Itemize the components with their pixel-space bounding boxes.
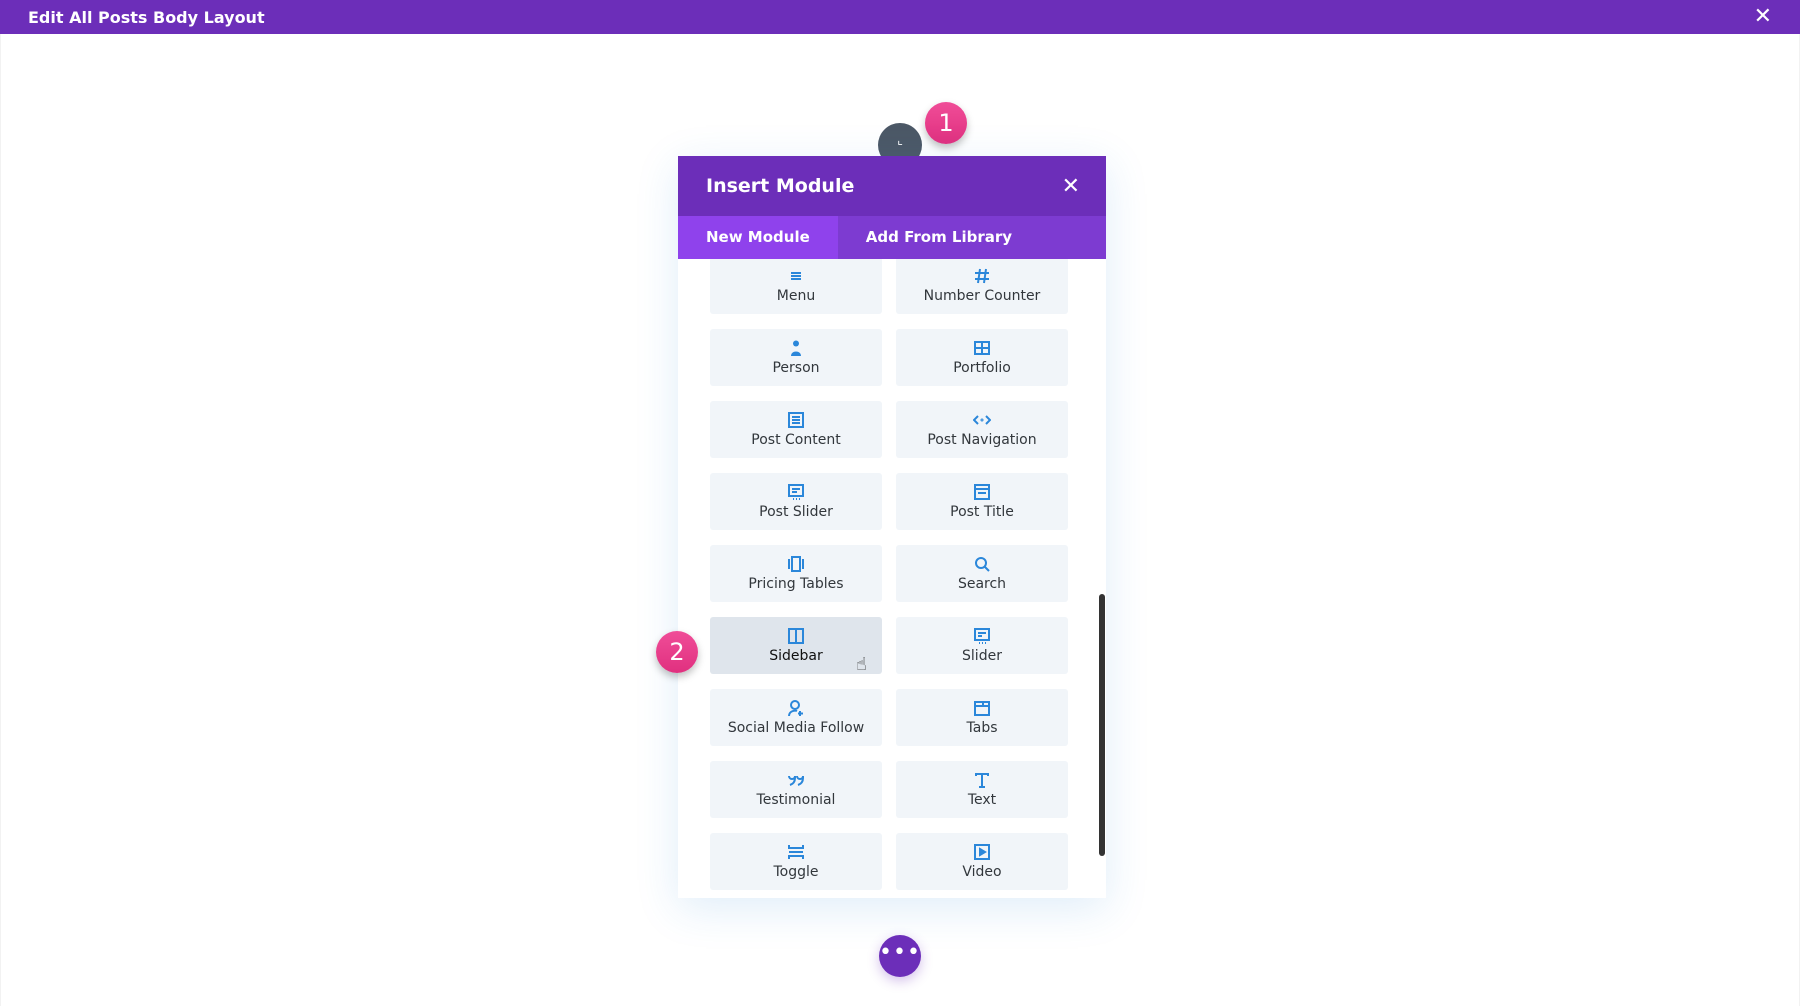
toggle-icon bbox=[710, 840, 882, 862]
module-grid: Menu Number Counter Person Portfolio Post Co… bbox=[678, 259, 1106, 898]
module-post-content[interactable]: Post Content bbox=[710, 401, 882, 458]
module-label: Post Slider bbox=[759, 504, 833, 520]
hand-cursor-icon: ☝ bbox=[856, 654, 867, 675]
tab-add-from-library[interactable]: Add From Library bbox=[838, 216, 1040, 259]
module-label: Slider bbox=[962, 648, 1002, 664]
tab-new-module[interactable]: New Module bbox=[678, 216, 838, 259]
step-badge-2: 2 bbox=[656, 631, 698, 673]
text-icon bbox=[896, 768, 1068, 790]
post-title-icon bbox=[896, 480, 1068, 502]
module-label: Toggle bbox=[773, 864, 819, 880]
module-search[interactable]: Search bbox=[896, 545, 1068, 602]
user-plus-icon bbox=[710, 696, 882, 718]
module-label: Social Media Follow bbox=[727, 720, 865, 736]
module-label: Post Title bbox=[950, 504, 1014, 520]
modal-tabs: New Module Add From Library bbox=[678, 216, 1106, 259]
modal-close-icon[interactable]: ✕ bbox=[1062, 174, 1080, 199]
person-icon bbox=[710, 336, 882, 358]
modal-title: Insert Module bbox=[706, 175, 855, 197]
module-person[interactable]: Person bbox=[710, 329, 882, 386]
module-label: Video bbox=[962, 864, 1002, 880]
insert-module-modal: Insert Module ✕ New Module Add From Libr… bbox=[678, 156, 1106, 898]
top-bar: Edit All Posts Body Layout ✕ bbox=[0, 0, 1800, 34]
module-label: Pricing Tables bbox=[748, 576, 844, 592]
menu-icon bbox=[710, 264, 882, 286]
module-label: Person bbox=[772, 360, 820, 376]
module-portfolio[interactable]: Portfolio bbox=[896, 329, 1068, 386]
module-slider[interactable]: Slider bbox=[896, 617, 1068, 674]
module-label: Post Content bbox=[751, 432, 841, 448]
step-badge-1: 1 bbox=[925, 102, 967, 144]
module-toggle[interactable]: Toggle bbox=[710, 833, 882, 890]
module-menu[interactable]: Menu bbox=[710, 259, 882, 314]
more-options-button[interactable]: ••• bbox=[879, 935, 921, 977]
close-icon[interactable]: ✕ bbox=[1754, 6, 1772, 28]
module-label: Testimonial bbox=[756, 792, 836, 808]
module-tabs[interactable]: Tabs bbox=[896, 689, 1068, 746]
scrollbar[interactable] bbox=[1099, 594, 1105, 856]
module-post-navigation[interactable]: Post Navigation bbox=[896, 401, 1068, 458]
module-video[interactable]: Video bbox=[896, 833, 1068, 890]
post-content-icon bbox=[710, 408, 882, 430]
layout-title: Edit All Posts Body Layout bbox=[28, 7, 265, 27]
search-icon bbox=[896, 552, 1068, 574]
modal-header: Insert Module ✕ bbox=[678, 156, 1106, 216]
video-icon bbox=[896, 840, 1068, 862]
module-label: Menu bbox=[776, 288, 816, 304]
sidebar-icon bbox=[710, 624, 882, 646]
post-slider-icon bbox=[710, 480, 882, 502]
grid-icon bbox=[896, 336, 1068, 358]
module-social-media-follow[interactable]: Social Media Follow bbox=[710, 689, 882, 746]
quote-icon bbox=[710, 768, 882, 790]
module-number-counter[interactable]: Number Counter bbox=[896, 259, 1068, 314]
module-label: Text bbox=[967, 792, 997, 808]
module-label: Number Counter bbox=[923, 288, 1041, 304]
module-label: Post Navigation bbox=[927, 432, 1037, 448]
module-label: Tabs bbox=[966, 720, 998, 736]
module-label: Search bbox=[957, 576, 1007, 592]
module-pricing-tables[interactable]: Pricing Tables bbox=[710, 545, 882, 602]
tabs-icon bbox=[896, 696, 1068, 718]
module-testimonial[interactable]: Testimonial bbox=[710, 761, 882, 818]
pricing-tables-icon bbox=[710, 552, 882, 574]
module-post-slider[interactable]: Post Slider bbox=[710, 473, 882, 530]
slider-icon bbox=[896, 624, 1068, 646]
code-arrows-icon bbox=[896, 408, 1068, 430]
module-text[interactable]: Text bbox=[896, 761, 1068, 818]
module-post-title[interactable]: Post Title bbox=[896, 473, 1068, 530]
hash-icon bbox=[896, 264, 1068, 286]
module-label: Portfolio bbox=[953, 360, 1011, 376]
